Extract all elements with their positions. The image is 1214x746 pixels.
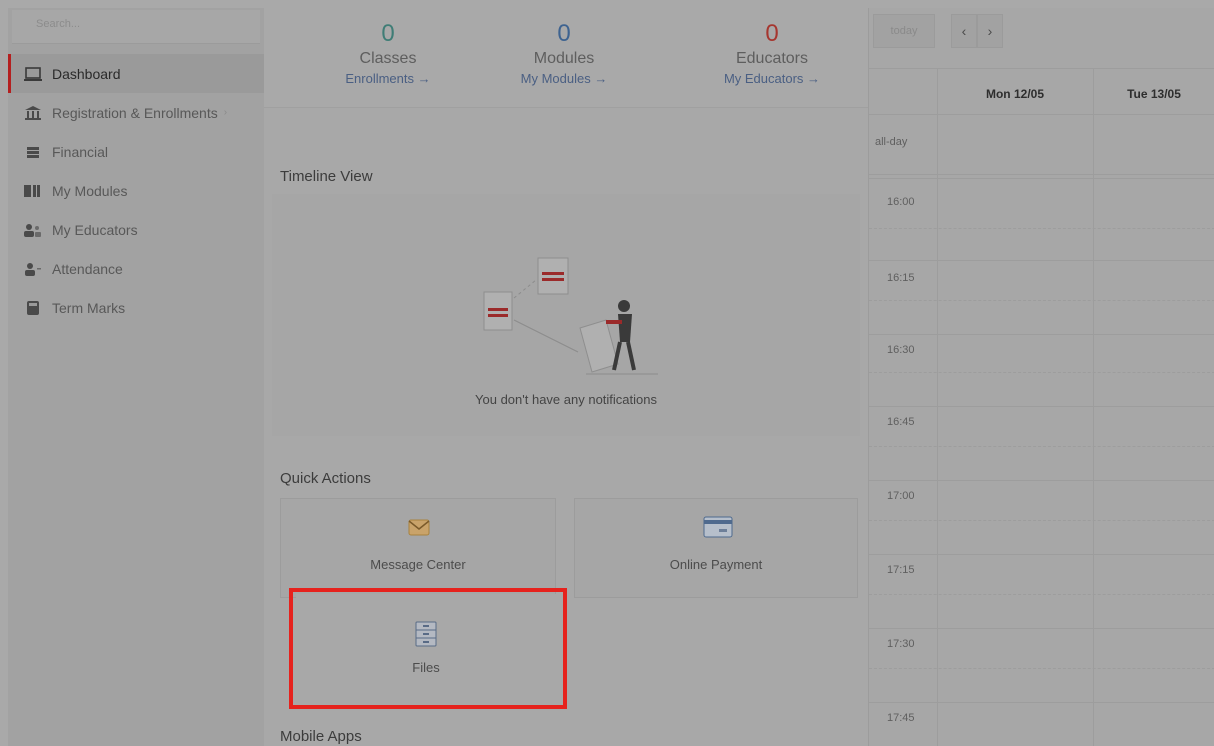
time-label: 17:30 — [887, 638, 915, 650]
day-header-tue: Tue 13/05 — [1127, 87, 1181, 101]
sidebar-item-my-educators[interactable]: My Educators — [8, 210, 264, 249]
calendar-grid-line — [869, 554, 1214, 555]
stat-educators: 0 Educators My Educators → — [682, 20, 862, 88]
stat-value: 0 — [765, 20, 779, 47]
stats-bar: 0 Classes Enrollments → 0 Modules My Mod… — [264, 8, 868, 108]
laptop-icon — [22, 66, 44, 82]
calendar-grid-line — [869, 480, 1214, 481]
stat-label: Educators — [735, 50, 809, 67]
quick-action-label: Online Payment — [669, 557, 763, 572]
stat-label: Modules — [533, 50, 595, 67]
sidebar-item-term-marks[interactable]: Term Marks — [8, 288, 264, 327]
calendar-grid-line — [869, 372, 1214, 373]
time-label: 17:00 — [887, 490, 915, 502]
today-button[interactable]: today — [873, 14, 935, 48]
search-input[interactable]: Search... — [12, 10, 260, 44]
calendar-grid-line — [869, 702, 1214, 703]
calendar-grid-line — [869, 406, 1214, 407]
calendar-grid-line — [869, 668, 1214, 669]
time-label: 16:45 — [887, 416, 915, 428]
time-label: 17:15 — [887, 564, 915, 576]
calendar-grid-line — [869, 594, 1214, 595]
credit-card-icon — [703, 516, 733, 538]
calendar-grid-line — [869, 260, 1214, 261]
prev-button[interactable]: ‹ — [951, 14, 977, 48]
stat-link-my-modules[interactable]: My Modules → — [474, 70, 654, 88]
sidebar-item-label: My Modules — [52, 182, 128, 199]
envelope-icon — [408, 519, 430, 536]
sidebar-item-label: Dashboard — [52, 65, 121, 82]
calendar-panel: today ‹ › Mon 12/05 Tue 13/05 all-day 16… — [868, 8, 1214, 746]
stat-value: 0 — [557, 20, 571, 47]
calendar-grid-line — [937, 68, 938, 746]
calendar-grid-line — [869, 228, 1214, 229]
sidebar-item-label: Attendance — [52, 260, 123, 277]
sidebar-item-label: My Educators — [52, 221, 138, 238]
calendar-grid-line — [869, 628, 1214, 629]
stat-link-my-educators[interactable]: My Educators → — [682, 70, 862, 88]
stat-value: 0 — [381, 20, 395, 47]
stat-modules: 0 Modules My Modules → — [474, 20, 654, 88]
sidebar-item-label: Financial — [52, 143, 109, 160]
timeline-panel: You don't have any notifications — [272, 194, 860, 436]
book-icon — [22, 183, 44, 199]
empty-notifications-illustration — [483, 257, 658, 375]
calendar-grid-line — [869, 174, 1214, 175]
calendar-grid-line — [869, 68, 1214, 69]
calendar-grid-line — [869, 300, 1214, 301]
empty-notifications-message: You don't have any notifications — [475, 392, 657, 407]
quick-actions-title: Quick Actions — [280, 470, 371, 487]
stat-classes: 0 Classes Enrollments → — [298, 20, 478, 88]
sidebar-item-attendance[interactable]: Attendance — [8, 249, 264, 288]
calendar-grid-line — [869, 114, 1214, 115]
stat-link-enrollments[interactable]: Enrollments → — [298, 70, 478, 88]
time-label: 16:15 — [887, 272, 915, 284]
sidebar-item-label: Registration & Enrollments — [52, 104, 218, 121]
calculator-icon — [22, 300, 44, 316]
mobile-apps-title: Mobile Apps — [280, 728, 362, 745]
institution-icon — [22, 105, 44, 121]
calendar-grid-line — [869, 446, 1214, 447]
sidebar-item-dashboard[interactable]: Dashboard — [8, 54, 264, 93]
files-highlight-box — [289, 588, 567, 709]
sidebar-nav: Dashboard Registration & Enrollments › F… — [8, 54, 264, 327]
money-icon — [22, 144, 44, 160]
calendar-grid-line — [869, 178, 1214, 179]
sidebar-item-financial[interactable]: Financial — [8, 132, 264, 171]
sidebar-item-label: Term Marks — [52, 299, 126, 316]
sidebar: Search... Dashboard Registration & Enrol… — [8, 8, 264, 746]
timeline-title: Timeline View — [280, 168, 373, 185]
message-center-button[interactable]: Message Center — [280, 498, 556, 598]
sidebar-item-my-modules[interactable]: My Modules — [8, 171, 264, 210]
calendar-grid-line — [869, 520, 1214, 521]
quick-action-label: Message Center — [370, 557, 466, 572]
time-label: 17:45 — [887, 712, 915, 724]
all-day-label: all-day — [875, 136, 908, 148]
sidebar-item-registration[interactable]: Registration & Enrollments › — [8, 93, 264, 132]
online-payment-button[interactable]: Online Payment — [574, 498, 858, 598]
next-button[interactable]: › — [977, 14, 1003, 48]
day-header-mon: Mon 12/05 — [985, 87, 1045, 101]
calendar-grid-line — [869, 334, 1214, 335]
users-icon — [22, 222, 44, 238]
time-label: 16:30 — [887, 344, 915, 356]
stat-label: Classes — [359, 50, 417, 67]
time-label: 16:00 — [887, 196, 915, 208]
user-check-icon — [22, 261, 44, 277]
chevron-right-icon: › — [223, 107, 228, 118]
calendar-grid-line — [1093, 68, 1094, 746]
